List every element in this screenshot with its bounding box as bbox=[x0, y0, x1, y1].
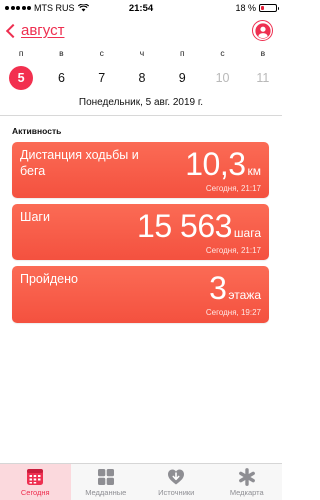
tab-label: Источники bbox=[158, 488, 195, 497]
section-title: Активность bbox=[12, 126, 62, 136]
card-number: 15 563 bbox=[137, 208, 232, 244]
tab-label: Медданные bbox=[85, 488, 127, 497]
date-cell[interactable]: 7 bbox=[83, 66, 121, 90]
battery-icon bbox=[259, 4, 279, 12]
card-floors[interactable]: Пройдено 3 этажа Сегодня, 19:27 bbox=[12, 266, 269, 323]
weekday-label: в bbox=[260, 48, 266, 58]
card-value: 3 этажа bbox=[209, 272, 261, 311]
back-button[interactable]: август bbox=[5, 22, 64, 39]
card-title: Дистанция ходьбы и бега bbox=[20, 148, 139, 178]
card-number: 10,3 bbox=[185, 146, 246, 182]
date-selected[interactable]: 5 bbox=[2, 66, 40, 90]
card-timestamp: Сегодня, 21:17 bbox=[205, 184, 261, 193]
heart-download-icon bbox=[168, 469, 185, 485]
card-timestamp: Сегодня, 21:17 bbox=[205, 246, 261, 255]
card-distance[interactable]: Дистанция ходьбы и бега 10,3 км Сегодня, … bbox=[12, 142, 269, 198]
weekday-label: п bbox=[179, 48, 185, 58]
divider bbox=[0, 115, 282, 116]
weekday-label: п bbox=[18, 48, 24, 58]
date-number: 10 bbox=[215, 71, 230, 85]
weekday-label: с bbox=[220, 48, 225, 58]
date-number: 7 bbox=[98, 71, 106, 85]
tab-bar: Сегодня Медданные Источники Медкарта bbox=[0, 463, 282, 500]
card-value: 15 563 шага bbox=[137, 210, 261, 249]
full-date-label: Понедельник, 5 авг. 2019 г. bbox=[78, 97, 204, 108]
weekday-label: в bbox=[59, 48, 64, 58]
date-cell[interactable]: 9 bbox=[163, 66, 201, 90]
card-timestamp: Сегодня, 19:27 bbox=[205, 308, 261, 317]
date-number: 8 bbox=[138, 71, 146, 85]
weekday-label: ч bbox=[139, 48, 145, 58]
profile-icon bbox=[254, 22, 271, 39]
tab-medical-id[interactable]: Медкарта bbox=[212, 464, 283, 500]
card-unit: км bbox=[247, 164, 262, 178]
card-title: Шаги bbox=[20, 210, 50, 224]
date-cell[interactable]: 8 bbox=[123, 66, 161, 90]
card-title: Пройдено bbox=[20, 272, 78, 286]
card-unit: этажа bbox=[228, 288, 261, 302]
weekday-row: п в с ч п с в bbox=[0, 48, 282, 58]
tab-health-data[interactable]: Медданные bbox=[71, 464, 142, 500]
asterisk-icon bbox=[238, 468, 255, 486]
date-cell-future: 11 bbox=[244, 66, 282, 90]
date-number: 9 bbox=[178, 71, 186, 85]
back-label: август bbox=[21, 22, 65, 39]
grid-icon bbox=[97, 469, 114, 485]
tab-label: Медкарта bbox=[229, 488, 264, 497]
tab-label: Сегодня bbox=[20, 488, 50, 497]
profile-button[interactable] bbox=[252, 20, 273, 41]
date-cell[interactable]: 6 bbox=[42, 66, 80, 90]
date-cell-future: 10 bbox=[203, 66, 241, 90]
card-steps[interactable]: Шаги 15 563 шага Сегодня, 21:17 bbox=[12, 204, 269, 260]
weekday-label: с bbox=[99, 48, 104, 58]
date-row: 5 6 7 8 9 10 11 bbox=[0, 66, 282, 90]
card-value: 10,3 км bbox=[185, 148, 261, 187]
battery-fill bbox=[261, 6, 264, 10]
date-number: 11 bbox=[256, 71, 270, 85]
tab-sources[interactable]: Источники bbox=[141, 464, 212, 500]
card-number: 3 bbox=[209, 270, 227, 306]
nav-bar: август bbox=[0, 18, 282, 46]
date-number: 6 bbox=[57, 71, 65, 85]
chevron-left-icon bbox=[5, 23, 21, 38]
status-bar: MTS RUS 21:54 18 % bbox=[0, 0, 282, 16]
calendar-icon bbox=[27, 469, 44, 485]
status-right: 18 % bbox=[235, 3, 279, 13]
tab-today[interactable]: Сегодня bbox=[0, 464, 71, 500]
card-unit: шага bbox=[233, 226, 261, 240]
battery-percent: 18 % bbox=[235, 3, 256, 13]
date-number: 5 bbox=[9, 66, 34, 90]
